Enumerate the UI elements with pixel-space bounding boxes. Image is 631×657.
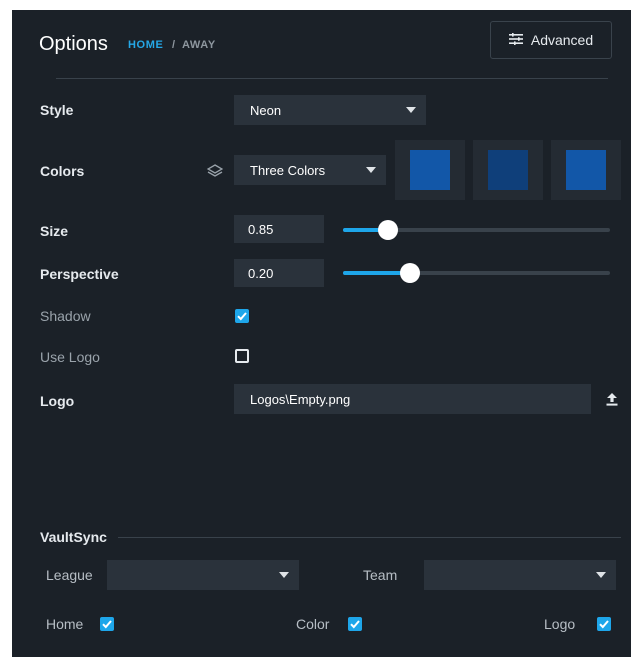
colors-dropdown-value: Three Colors [250,162,326,178]
perspective-input-value: 0.20 [248,265,274,281]
use-logo-checkbox[interactable] [235,349,249,363]
advanced-button-label: Advanced [530,32,594,48]
advanced-button[interactable]: Advanced [490,21,612,59]
color-label: Color [296,616,330,632]
team-dropdown[interactable] [424,560,616,590]
chevron-down-icon [366,167,376,173]
checkmark-icon [102,620,112,629]
size-slider[interactable] [343,220,610,240]
perspective-input[interactable]: 0.20 [234,259,324,287]
perspective-label: Perspective [40,266,119,282]
logo-path-field[interactable]: Logos\Empty.png [234,384,591,414]
color-swatch-1-fill [410,150,450,190]
header-divider [56,78,608,79]
layers-icon[interactable] [206,163,224,184]
checkmark-icon [350,620,360,629]
league-label: League [46,567,93,583]
breadcrumb-away[interactable]: AWAY [182,39,216,51]
style-label: Style [40,102,74,118]
style-dropdown-value: Neon [250,102,282,118]
size-input-value: 0.85 [248,221,274,237]
color-swatch-2-fill [488,150,528,190]
colors-label: Colors [40,163,85,179]
team-label: Team [363,567,398,583]
shadow-checkbox[interactable] [235,309,249,323]
vaultsync-divider [118,537,621,538]
upload-icon[interactable] [606,392,618,411]
sliders-icon [508,32,523,48]
home-checkbox[interactable] [100,617,114,631]
size-label: Size [40,223,69,239]
logo-path-value: Logos\Empty.png [250,391,351,407]
breadcrumb-separator: / [172,39,176,51]
page-title: Options [39,33,108,55]
color-swatch-1[interactable] [395,140,465,200]
colors-dropdown[interactable]: Three Colors [234,155,386,185]
breadcrumb-home[interactable]: HOME [128,39,163,51]
perspective-slider-thumb[interactable] [399,263,420,283]
home-label: Home [46,616,84,632]
chevron-down-icon [406,107,416,113]
shadow-label: Shadow [40,308,91,324]
logo-sync-label: Logo [544,616,576,632]
use-logo-label: Use Logo [40,349,100,365]
color-swatch-3[interactable] [551,140,621,200]
logo-label: Logo [40,393,75,409]
perspective-slider[interactable] [343,263,610,283]
logo-sync-checkbox[interactable] [597,617,611,631]
league-dropdown[interactable] [107,560,299,590]
chevron-down-icon [279,572,289,578]
vaultsync-title: VaultSync [40,529,107,545]
size-input[interactable]: 0.85 [234,215,324,243]
chevron-down-icon [596,572,606,578]
style-dropdown[interactable]: Neon [234,95,426,125]
checkmark-icon [599,620,609,629]
color-swatch-3-fill [566,150,606,190]
color-swatch-2[interactable] [473,140,543,200]
size-slider-thumb[interactable] [378,220,399,240]
options-panel: Options HOME / AWAY Advanced Style Neon … [12,10,631,657]
color-checkbox[interactable] [348,617,362,631]
checkmark-icon [237,312,247,321]
